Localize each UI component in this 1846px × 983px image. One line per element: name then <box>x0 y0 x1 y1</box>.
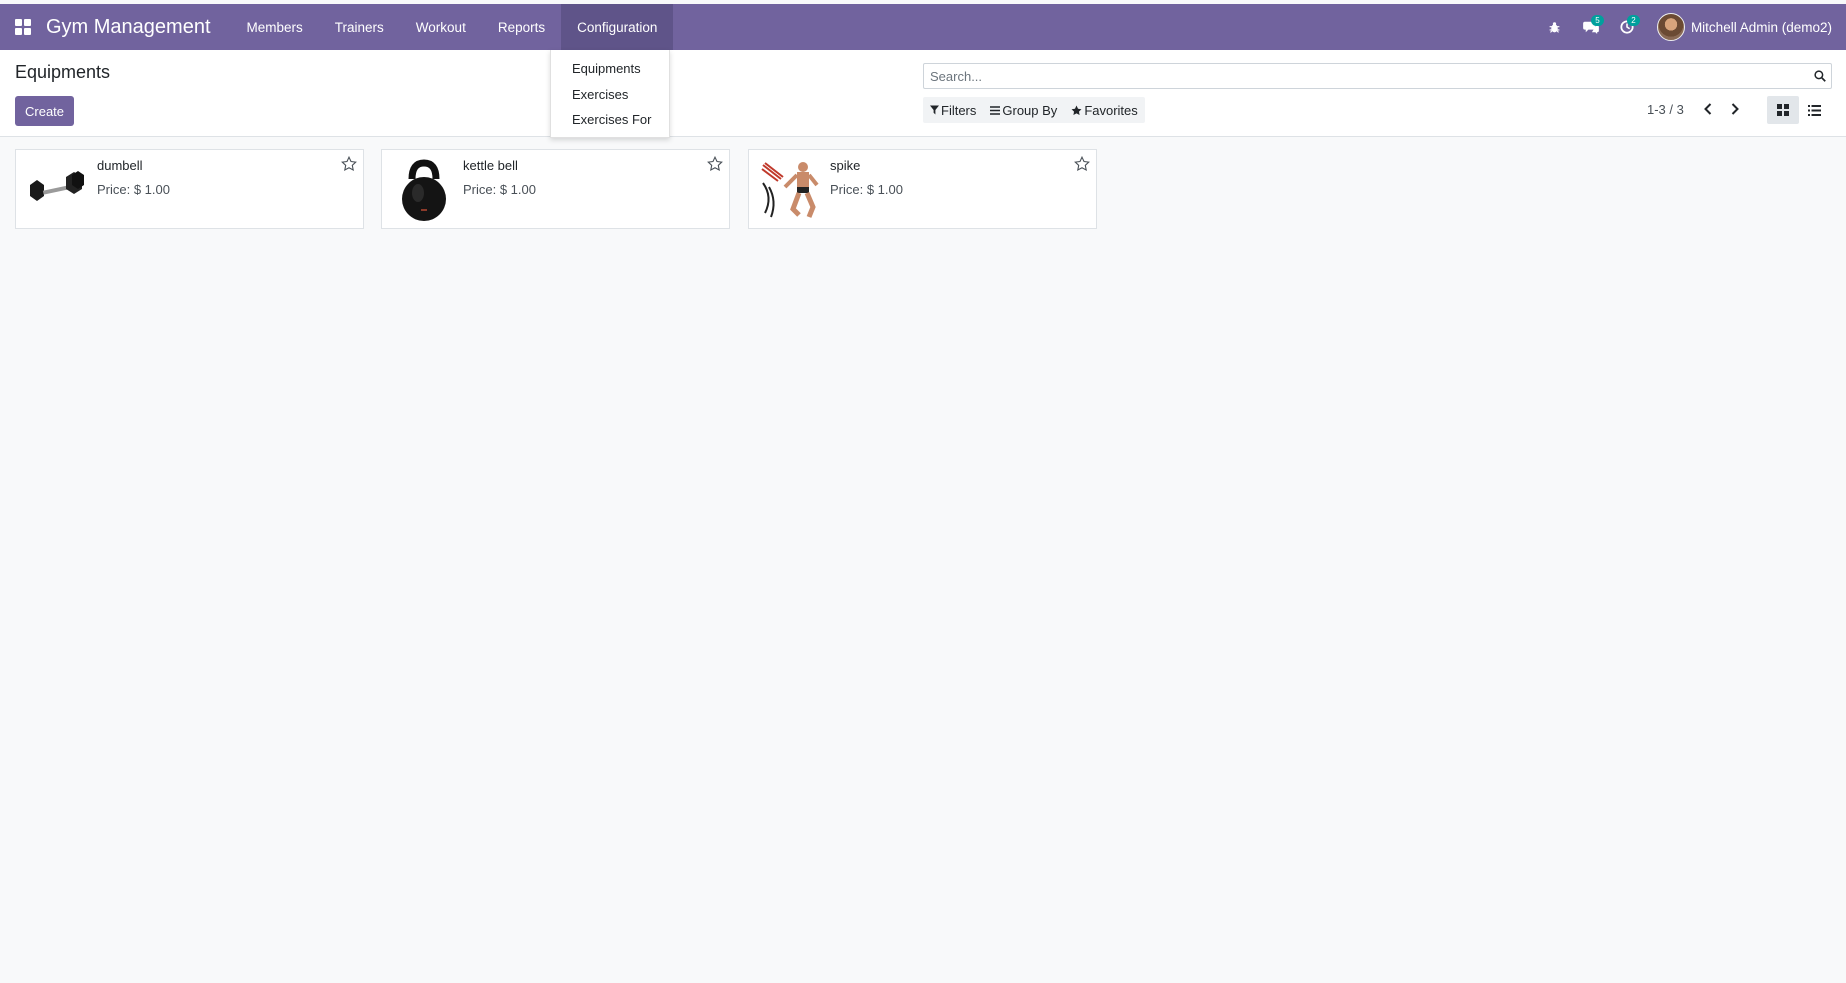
apps-menu-icon[interactable] <box>0 4 46 50</box>
user-name: Mitchell Admin (demo2) <box>1690 19 1832 35</box>
filters-label: Filters <box>941 102 977 118</box>
search-options: Filters Group By Favorites <box>923 97 1145 123</box>
kanban-card[interactable]: spike Price: $ 1.00 <box>748 149 1097 229</box>
dumbbell-image <box>26 157 90 221</box>
dropdown-item-equipments[interactable]: Equipments <box>551 56 669 82</box>
menu-trainers[interactable]: Trainers <box>319 4 400 50</box>
pager-next-icon[interactable] <box>1722 96 1748 122</box>
create-button[interactable]: Create <box>15 96 75 126</box>
card-price: Price: $ 1.00 <box>463 182 536 197</box>
favorites-star-icon <box>1071 105 1082 115</box>
configuration-dropdown: Equipments Exercises Exercises For <box>550 50 670 138</box>
filters-button[interactable]: Filters <box>923 97 983 123</box>
dropdown-item-exercises-for[interactable]: Exercises For <box>551 107 669 133</box>
control-panel: Equipments Create Filters Group By Favor… <box>0 50 1846 137</box>
pager-previous-icon[interactable] <box>1695 96 1721 122</box>
menu-members[interactable]: Members <box>231 4 319 50</box>
favorites-button[interactable]: Favorites <box>1064 97 1144 123</box>
user-menu[interactable]: Mitchell Admin (demo2) <box>1645 13 1846 41</box>
kanban-card[interactable]: dumbell Price: $ 1.00 <box>15 149 364 229</box>
page-title: Equipments <box>15 62 111 82</box>
favorite-star-icon[interactable] <box>1074 155 1090 177</box>
filter-funnel-icon <box>930 105 939 115</box>
app-brand[interactable]: Gym Management <box>46 16 211 39</box>
activities-badge: 2 <box>1626 15 1640 26</box>
card-price: Price: $ 1.00 <box>97 182 170 197</box>
list-view-icon[interactable] <box>1798 96 1830 124</box>
group-by-label: Group By <box>1002 102 1058 118</box>
kettlebell-image <box>392 157 456 221</box>
avatar <box>1656 13 1685 41</box>
kanban-card[interactable]: kettle bell Price: $ 1.00 <box>381 149 730 229</box>
kanban-view-icon[interactable] <box>1767 96 1799 124</box>
card-name: kettle bell <box>463 158 518 173</box>
menu-workout[interactable]: Workout <box>400 4 482 50</box>
debug-bug-icon[interactable] <box>1537 4 1573 50</box>
card-price: Price: $ 1.00 <box>830 182 903 197</box>
card-name: spike <box>830 158 861 173</box>
favorite-star-icon[interactable] <box>707 155 723 177</box>
group-by-button[interactable]: Group By <box>983 97 1064 123</box>
favorites-label: Favorites <box>1084 102 1138 118</box>
dropdown-item-exercises[interactable]: Exercises <box>551 82 669 108</box>
search-icon[interactable] <box>1809 64 1831 88</box>
resistance-bands-image <box>759 157 823 221</box>
favorite-star-icon[interactable] <box>341 155 357 177</box>
pager-value[interactable]: 1-3 / 3 <box>1647 102 1684 117</box>
activities-clock-icon[interactable]: 2 <box>1609 4 1645 50</box>
card-name: dumbell <box>97 158 143 173</box>
menu-reports[interactable]: Reports <box>482 4 561 50</box>
messages-chat-icon[interactable]: 5 <box>1573 4 1609 50</box>
search-bar <box>923 63 1832 89</box>
top-navbar: Gym Management Members Trainers Workout … <box>0 4 1846 50</box>
group-by-bars-icon <box>990 105 1001 115</box>
messages-badge: 5 <box>1590 15 1604 26</box>
systray: 5 2 Mitchell Admin (demo2) <box>1537 4 1846 50</box>
menu-configuration[interactable]: Configuration <box>561 4 674 50</box>
search-input[interactable] <box>924 66 1809 86</box>
